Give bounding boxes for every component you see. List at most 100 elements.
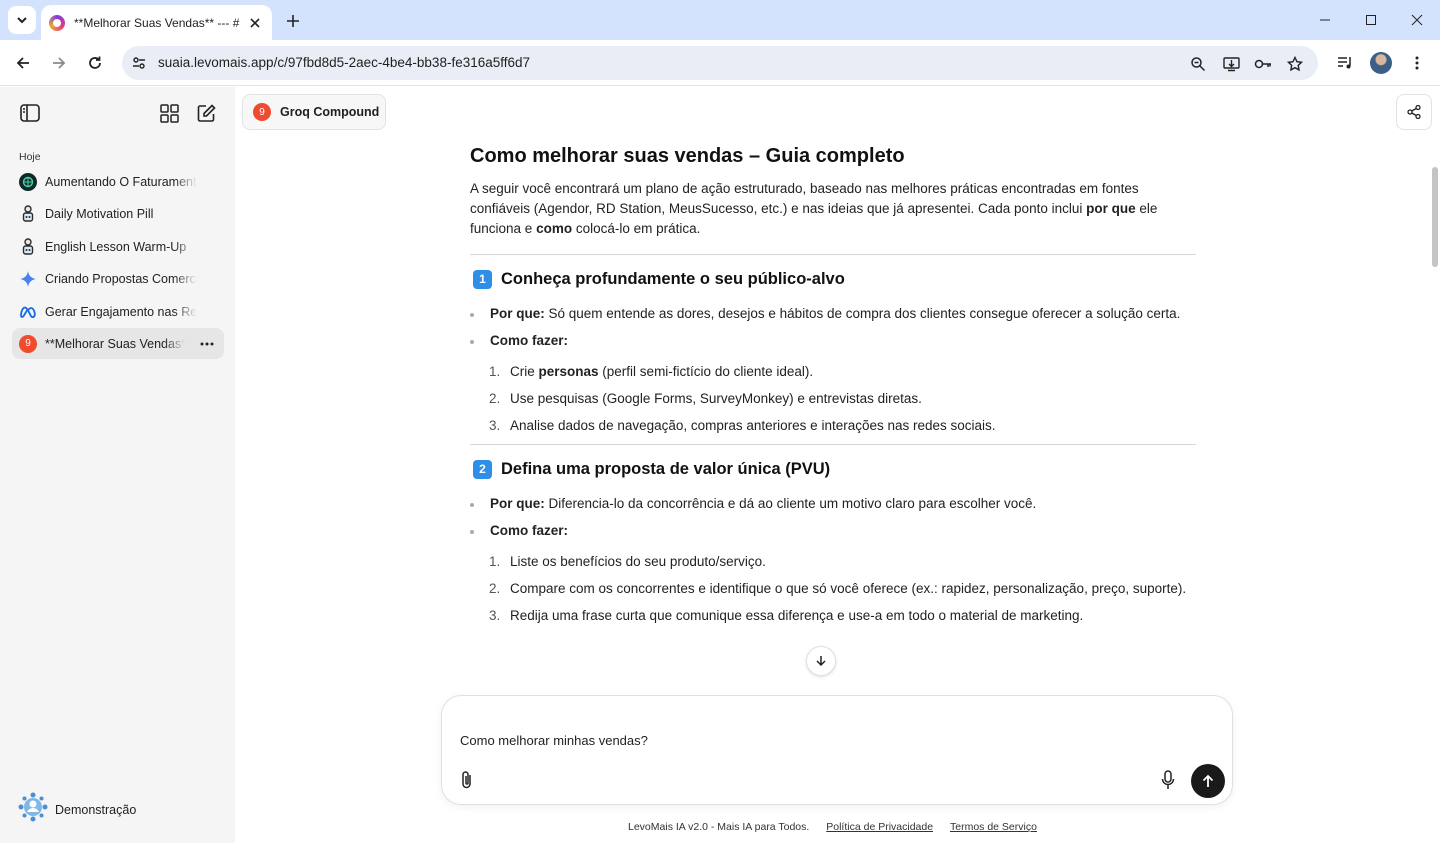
message-input[interactable]: Como melhorar minhas vendas? (460, 733, 648, 748)
site-info-button[interactable] (130, 54, 148, 72)
minimize-window-button[interactable] (1302, 0, 1348, 40)
list-item: Por que: Só quem entende as dores, desej… (470, 304, 1196, 324)
share-button[interactable] (1396, 94, 1432, 130)
agent-icon (19, 237, 37, 256)
user-avatar-icon (18, 792, 48, 827)
chat-item[interactable]: Aumentando O Faturamento E (12, 166, 224, 197)
avatar (1370, 52, 1392, 74)
section-heading: 2 Defina uma proposta de valor única (PVU… (470, 458, 1196, 480)
sidebar-icon (20, 104, 40, 122)
music-queue-icon (1338, 57, 1351, 69)
scrollbar-thumb[interactable] (1432, 167, 1438, 267)
user-name: Demonstração (55, 802, 137, 817)
privacy-policy-link[interactable]: Política de Privacidade (826, 821, 933, 833)
share-icon (1407, 105, 1421, 119)
reload-button[interactable] (81, 49, 109, 77)
list-item: Por que: Diferencia-lo da concorrência e… (470, 494, 1196, 514)
groq-badge: 9 (19, 334, 37, 353)
star-icon (1287, 56, 1303, 72)
levomais-favicon-icon (49, 14, 65, 31)
footer: LevoMais IA v2.0 - Mais IA para Todos. P… (628, 821, 1037, 833)
profile-button[interactable] (1367, 49, 1395, 77)
steps-list: 1. Crie personas (perfil semi-fictício do… (470, 362, 1196, 436)
edit-icon (197, 103, 216, 122)
arrow-left-icon (16, 57, 29, 69)
list-item: 3. Analise dados de navegação, compras an… (489, 418, 996, 433)
message-composer[interactable]: Como melhorar minhas vendas? (441, 695, 1233, 805)
new-chat-button[interactable] (194, 101, 218, 125)
chat-item[interactable]: Daily Motivation Pill (12, 198, 224, 229)
apps-button[interactable] (157, 101, 181, 125)
arrow-down-icon (816, 656, 826, 667)
install-app-button[interactable] (1220, 53, 1242, 75)
footer-brand: LevoMais IA v2.0 - Mais IA para Todos. (628, 821, 810, 833)
voice-input-button[interactable] (1157, 769, 1179, 791)
more-vertical-icon (1415, 56, 1419, 70)
toggle-sidebar-button[interactable] (18, 101, 42, 125)
model-selector[interactable]: 9 Groq Compound (242, 94, 386, 130)
new-tab-button[interactable] (280, 8, 306, 34)
user-menu[interactable]: Demonstração (18, 792, 136, 827)
section-heading: 1 Conheça profundamente o seu público-alv… (470, 268, 1196, 290)
forward-button[interactable] (45, 49, 73, 77)
close-icon (1411, 14, 1423, 26)
meta-icon (19, 303, 37, 321)
chat-main: 9 Groq Compound Como melhorar suas venda… (235, 87, 1440, 843)
chat-item-label: Aumentando O Faturamento E (45, 174, 197, 189)
groq-icon: 9 (253, 103, 271, 121)
grid-icon (159, 103, 179, 123)
browser-tab[interactable]: **Melhorar Suas Vendas** --- # (41, 5, 272, 40)
passwords-button[interactable] (1252, 53, 1274, 75)
divider (470, 444, 1196, 445)
chat-item-label: **Melhorar Suas Vendas** (45, 336, 185, 351)
close-icon (250, 17, 260, 28)
divider (470, 254, 1196, 255)
list-item: Como fazer: (470, 331, 1196, 351)
bookmark-button[interactable] (1284, 53, 1306, 75)
chevron-down-icon (17, 17, 27, 24)
tab-search-button[interactable] (8, 6, 36, 34)
chat-item[interactable]: Criando Propostas Comerciais (12, 263, 224, 294)
media-controls-button[interactable] (1331, 49, 1359, 77)
tune-icon (133, 57, 145, 69)
chat-item-label: English Lesson Warm-Up (45, 239, 187, 254)
agent-icon (19, 204, 37, 223)
groq-icon: 9 (19, 334, 37, 353)
assistant-message: Como melhorar suas vendas – Guia complet… (470, 143, 1196, 634)
maximize-window-button[interactable] (1348, 0, 1394, 40)
install-icon (1222, 57, 1240, 72)
more-horizontal-icon (200, 342, 214, 346)
send-button[interactable] (1191, 764, 1225, 798)
list-item: 2. Compare com os concorrentes e identifi… (489, 581, 1187, 596)
model-name: Groq Compound (280, 105, 380, 119)
close-tab-button[interactable] (246, 14, 264, 32)
keycap-number-icon: 2 (473, 459, 492, 479)
chat-item-active[interactable]: 9 **Melhorar Suas Vendas** (12, 328, 224, 359)
microphone-icon (1161, 770, 1175, 789)
address-bar[interactable]: suaia.levomais.app/c/97fbd8d5-2aec-4be4-… (122, 46, 1318, 80)
chat-item[interactable]: Gerar Engajamento nas Redes (12, 296, 224, 327)
browser-menu-button[interactable] (1403, 49, 1431, 77)
list-item: Como fazer: (470, 521, 1196, 541)
chat-item-label: Criando Propostas Comerciais (45, 271, 197, 286)
key-icon (1254, 59, 1271, 69)
article-intro: A seguir você encontrará um plano de açã… (470, 181, 1158, 236)
chat-item[interactable]: English Lesson Warm-Up (12, 231, 224, 262)
chat-options-button[interactable] (198, 335, 216, 353)
minimize-icon (1320, 19, 1330, 21)
back-button[interactable] (9, 49, 37, 77)
close-window-button[interactable] (1394, 0, 1440, 40)
chat-item-label: Daily Motivation Pill (45, 206, 154, 221)
browser-tab-bar: **Melhorar Suas Vendas** --- # (0, 0, 1440, 40)
arrow-up-icon (1202, 774, 1214, 787)
tab-title: **Melhorar Suas Vendas** --- # (74, 15, 240, 30)
attach-file-button[interactable] (456, 769, 478, 791)
gemini-icon (19, 270, 37, 288)
maximize-icon (1366, 15, 1376, 25)
paperclip-icon (462, 771, 471, 789)
scroll-to-bottom-button[interactable] (806, 646, 836, 676)
list-item: 1. Crie personas (perfil semi-fictício do… (489, 364, 814, 379)
openai-icon (19, 172, 37, 191)
terms-of-service-link[interactable]: Termos de Serviço (950, 821, 1037, 833)
zoom-button[interactable] (1187, 53, 1209, 75)
